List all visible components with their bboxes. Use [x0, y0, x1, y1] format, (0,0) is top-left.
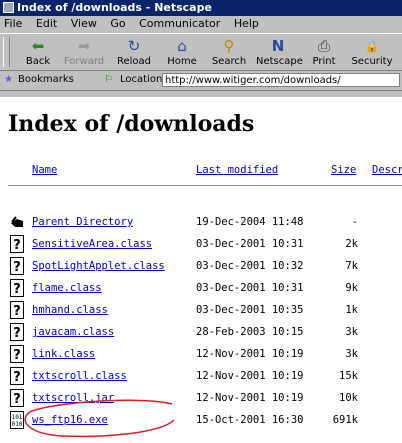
modified-date: 12-Nov-2001 10:19 [196, 392, 304, 404]
modified-date: 19-Dec-2004 11:48 [196, 216, 304, 228]
padlock-icon: 🔒 [364, 39, 380, 53]
netscape-button[interactable]: N Netscape [256, 36, 303, 70]
search-icon: ⚲ [223, 37, 235, 55]
navigation-toolbar: ⬅ Back ➡ Forward ↻ Reload ⌂ Home ⚲ Search N Ne… [0, 33, 402, 71]
modified-date: 03-Dec-2001 10:31 [196, 282, 304, 294]
window-titlebar: Index of /downloads - Netscape [0, 0, 402, 16]
file-link[interactable]: SpotLightApplet.class [32, 260, 165, 272]
menu-edit[interactable]: Edit [36, 17, 57, 30]
file-size: 3k [345, 326, 358, 338]
modified-date: 12-Nov-2001 10:19 [196, 348, 304, 360]
print-button[interactable]: ⎙ Print [302, 36, 346, 70]
column-header-size[interactable]: Size [331, 164, 356, 176]
file-size: 3k [345, 348, 358, 360]
header-divider [8, 185, 402, 186]
reload-button[interactable]: ↻ Reload [112, 36, 156, 70]
file-link[interactable]: flame.class [32, 282, 102, 294]
file-link[interactable]: SensitiveArea.class [32, 238, 152, 250]
location-label: Location: [120, 74, 166, 85]
file-size: 1k [345, 304, 358, 316]
svg-text:?: ? [13, 326, 21, 341]
search-button[interactable]: ⚲ Search [207, 36, 251, 70]
security-button[interactable]: 🔒 Security [350, 36, 394, 70]
list-item: ? SpotLightApplet.class 03-Dec-2001 10:3… [0, 257, 402, 282]
bookmarks-icon: ★ [4, 74, 13, 85]
svg-text:?: ? [13, 348, 21, 363]
svg-text:?: ? [13, 370, 21, 385]
modified-date: 15-Oct-2001 16:30 [196, 414, 304, 426]
location-icon: ⚐ [104, 74, 113, 85]
file-size: 9k [345, 282, 358, 294]
unknown-file-icon: ? [10, 367, 24, 385]
file-size: 7k [345, 260, 358, 272]
list-item: ? SensitiveArea.class 03-Dec-2001 10:31 … [0, 235, 402, 260]
column-header-modified[interactable]: Last modified [196, 164, 278, 176]
sort-by-name-link[interactable]: Name [32, 164, 57, 176]
home-icon: ⌂ [177, 37, 187, 55]
list-item: ? link.class 12-Nov-2001 10:19 3k [0, 345, 402, 370]
menu-go[interactable]: Go [110, 17, 125, 30]
menu-communicator[interactable]: Communicator [139, 17, 220, 30]
file-link[interactable]: javacam.class [32, 326, 114, 338]
sort-by-description-link[interactable]: Descr [372, 164, 402, 176]
netscape-app-icon [3, 2, 14, 13]
file-link[interactable]: txtscroll.class [32, 370, 127, 382]
unknown-file-icon: ? [10, 301, 24, 319]
menu-help[interactable]: Help [234, 17, 259, 30]
modified-date: 28-Feb-2003 10:15 [196, 326, 304, 338]
home-button[interactable]: ⌂ Home [160, 36, 204, 70]
unknown-file-icon: ? [10, 235, 24, 253]
netscape-icon: N [271, 37, 285, 55]
modified-date: 03-Dec-2001 10:32 [196, 260, 304, 272]
page-content: Index of /downloads Name Last modified S… [0, 97, 402, 443]
svg-text:?: ? [13, 238, 21, 253]
window-title: Index of /downloads - Netscape [17, 1, 212, 14]
annotation-circle [24, 399, 175, 438]
menu-view[interactable]: View [71, 17, 97, 30]
bookmarks-button[interactable]: Bookmarks [18, 71, 74, 89]
column-header-description[interactable]: Descr [372, 164, 402, 176]
sort-by-size-link[interactable]: Size [331, 164, 356, 176]
list-item: ? flame.class 03-Dec-2001 10:31 9k [0, 279, 402, 304]
modified-date: 03-Dec-2001 10:31 [196, 238, 304, 250]
sort-by-modified-link[interactable]: Last modified [196, 164, 278, 176]
modified-date: 12-Nov-2001 10:19 [196, 370, 304, 382]
file-size: - [351, 216, 358, 228]
svg-text:?: ? [13, 260, 21, 275]
unknown-file-icon: ? [10, 279, 24, 297]
list-item: ? hmhand.class 03-Dec-2001 10:35 1k [0, 301, 402, 326]
forward-arrow-icon: ➡ [77, 37, 91, 55]
unknown-file-icon: ? [10, 345, 24, 363]
back-arrow-icon: ⬅ [31, 37, 45, 55]
file-link[interactable]: link.class [32, 348, 95, 360]
file-size: 2k [345, 238, 358, 250]
back-button[interactable]: ⬅ Back [16, 36, 60, 70]
toolbar-grip[interactable] [3, 37, 10, 67]
printer-icon: ⎙ [317, 37, 330, 55]
file-link[interactable]: hmhand.class [32, 304, 108, 316]
forward-button[interactable]: ➡ Forward [62, 36, 106, 70]
location-bar: ★ Bookmarks ⚐ Location: [0, 71, 402, 91]
svg-text:?: ? [13, 392, 21, 407]
menu-file[interactable]: File [4, 17, 22, 30]
parent-directory-icon [11, 216, 23, 227]
list-item: ? javacam.class 28-Feb-2003 10:15 3k [0, 323, 402, 348]
page-title: Index of /downloads [8, 111, 255, 137]
column-header-name[interactable]: Name [32, 164, 57, 176]
file-size: 691k [332, 414, 358, 426]
file-link[interactable]: Parent Directory [32, 216, 133, 228]
file-size: 10k [339, 392, 358, 404]
svg-text:?: ? [13, 282, 21, 297]
unknown-file-icon: ? [10, 257, 24, 275]
url-input[interactable] [162, 73, 400, 87]
reload-icon: ↻ [127, 37, 141, 55]
unknown-file-icon: ? [10, 323, 24, 341]
file-size: 15k [339, 370, 358, 382]
menu-bar: File Edit View Go Communicator Help [0, 16, 402, 32]
list-item: ? txtscroll.class 12-Nov-2001 10:19 15k [0, 367, 402, 392]
svg-text:?: ? [13, 304, 21, 319]
list-item: Parent Directory 19-Dec-2004 11:48 - [0, 216, 402, 238]
modified-date: 03-Dec-2001 10:35 [196, 304, 304, 316]
